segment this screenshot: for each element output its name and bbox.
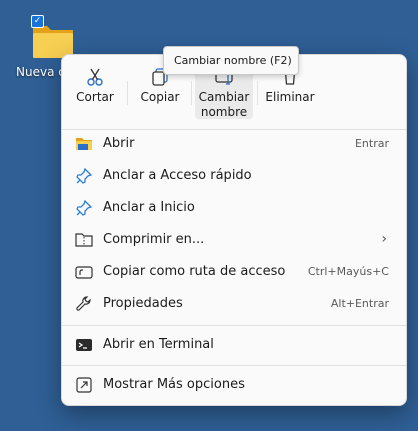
folder-icon: [76, 138, 92, 150]
quick-separator: [127, 81, 128, 105]
menu-item-label: Anclar a Inicio: [103, 200, 195, 215]
rename-tooltip: Cambiar nombre (F2): [163, 46, 299, 75]
menu-separator: [62, 325, 406, 326]
delete-label: Eliminar: [265, 90, 315, 104]
pin-icon: [76, 167, 93, 184]
menu-item-label: Mostrar Más opciones: [103, 377, 245, 392]
cut-button[interactable]: Cortar: [66, 63, 124, 119]
quick-separator: [257, 81, 258, 105]
menu-item-pin-quick-access[interactable]: Anclar a Acceso rápido: [67, 161, 401, 191]
menu-item-label: Copiar como ruta de acceso: [103, 264, 286, 279]
selection-checkbox[interactable]: ✓: [31, 15, 44, 28]
context-menu: Cortar Copiar Cambiar nombre Eliminar Ab…: [61, 54, 407, 406]
path-icon: [75, 266, 93, 279]
menu-item-pin-start[interactable]: Anclar a Inicio: [67, 193, 401, 223]
scissors-icon: [87, 68, 103, 86]
menu-item-copy-path[interactable]: Copiar como ruta de acceso Ctrl+Mayús+C: [67, 257, 401, 287]
shortcut-text: Entrar: [354, 137, 389, 150]
menu-item-label: Abrir en Terminal: [103, 337, 214, 352]
wrench-icon: [76, 296, 91, 311]
copy-label: Copiar: [140, 90, 180, 104]
shortcut-text: Alt+Entrar: [330, 297, 389, 310]
menu-item-label: Anclar a Acceso rápido: [103, 168, 252, 183]
menu-item-open-terminal[interactable]: Abrir en Terminal: [67, 330, 401, 360]
quick-separator: [191, 81, 192, 105]
menu-item-label: Comprimir en...: [103, 232, 205, 247]
menu-item-label: Abrir: [103, 136, 135, 151]
zip-icon: [75, 233, 93, 247]
cut-label: Cortar: [76, 90, 114, 104]
rename-label: Cambiar nombre: [198, 90, 250, 119]
menu-separator: [62, 365, 406, 366]
terminal-icon: [76, 339, 92, 351]
shortcut-text: Ctrl+Mayús+C: [307, 265, 389, 278]
tooltip-text: Cambiar nombre (F2): [174, 54, 292, 67]
more-options-icon: [76, 377, 92, 393]
menu-item-compress[interactable]: Comprimir en... ›: [67, 225, 401, 255]
menu-item-properties[interactable]: Propiedades Alt+Entrar: [67, 289, 401, 319]
menu-item-open[interactable]: Abrir Entrar: [67, 129, 401, 159]
chevron-right-icon: ›: [381, 231, 387, 247]
menu-item-label: Propiedades: [103, 296, 183, 311]
menu-item-more-options[interactable]: Mostrar Más opciones: [67, 370, 401, 400]
pin-icon: [76, 199, 93, 216]
